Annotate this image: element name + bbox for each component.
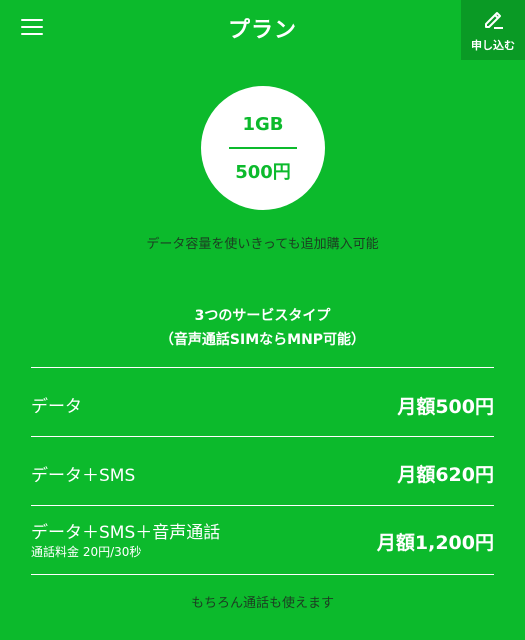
apply-button-label: 申し込む <box>471 39 515 52</box>
apply-button[interactable]: 申し込む <box>461 0 525 60</box>
plan-divider <box>229 147 297 149</box>
plan-screen: プラン 申し込む 1GB 500円 データ容量を使いきっても追加購入可能 3つの… <box>0 0 525 640</box>
plan-badge: 1GB 500円 <box>201 86 325 210</box>
voice-call-note: もちろん通話も使えます <box>190 596 334 611</box>
service-name: データ＋SMS＋音声通話 <box>31 523 221 543</box>
service-name: データ＋SMS <box>31 466 136 486</box>
service-row-data-sms: データ＋SMS 月額620円 <box>31 436 494 505</box>
plan-price: 500円 <box>235 162 291 183</box>
service-price: 月額500円 <box>397 396 494 418</box>
call-rate: 通話料金 20円/30秒 <box>31 545 142 559</box>
additional-purchase-note: データ容量を使いきっても追加購入可能 <box>146 237 379 252</box>
service-price: 月額1,200円 <box>376 532 494 554</box>
service-row-data-sms-voice: データ＋SMS＋音声通話 通話料金 20円/30秒 月額1,200円 <box>31 505 494 575</box>
app-header: プラン 申し込む <box>0 0 525 60</box>
service-types-heading-line1: 3つのサービスタイプ <box>194 308 331 324</box>
service-types-heading: 3つのサービスタイプ （音声通話SIMならMNP可能） <box>0 304 525 352</box>
page-title: プラン <box>227 18 297 43</box>
service-price: 月額620円 <box>397 464 494 486</box>
pencil-icon <box>485 12 503 29</box>
service-type-table: データ 月額500円 データ＋SMS 月額620円 データ＋SMS＋音声通話 通… <box>31 367 494 575</box>
plan-data-amount: 1GB <box>242 114 284 135</box>
service-row-data: データ 月額500円 <box>31 367 494 436</box>
service-types-heading-line2: （音声通話SIMならMNP可能） <box>159 332 366 348</box>
service-name: データ <box>31 397 82 417</box>
